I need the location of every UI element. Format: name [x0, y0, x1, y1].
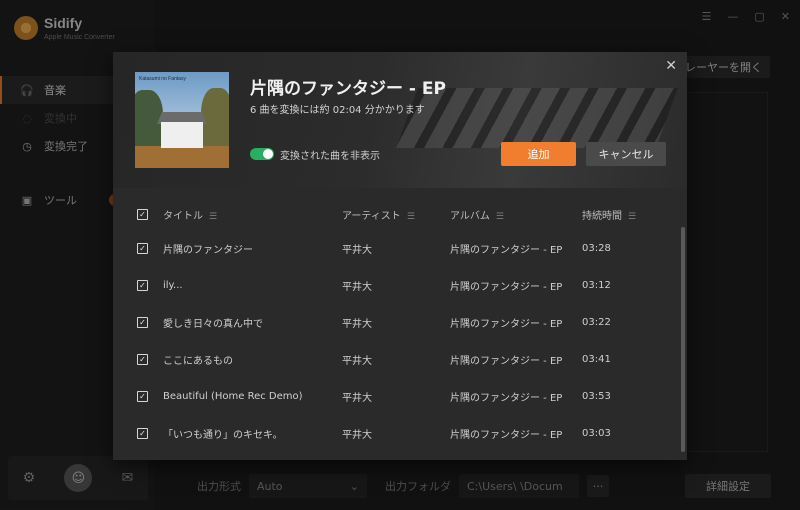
track-table: ✓ タイトル ☰ アーティスト ☰ アルバム ☰ 持続時間 ☰ ✓ 片隅のファンタジー … [113, 192, 687, 460]
hide-converted-label: 変換された曲を非表示 [280, 151, 380, 162]
album-cover-caption: Katasumi no Fantasy [139, 76, 186, 82]
track-title: 愛しき日々の真ん中で [163, 319, 263, 330]
column-album-label: アルバム [450, 211, 490, 222]
track-album: 片隅のファンタジー - EP [450, 393, 563, 404]
add-tracks-dialog: ✕ Katasumi no Fantasy 片隅のファンタジー - EP 6 曲… [113, 52, 687, 460]
app-window: Sidify Apple Music Converter 🎧 音楽 ◌ 変換中 … [0, 0, 800, 510]
track-album: 片隅のファンタジー - EP [450, 356, 563, 367]
track-checkbox[interactable]: ✓ [137, 354, 148, 365]
sort-icon: ☰ [406, 212, 415, 222]
track-title: Beautiful (Home Rec Demo) [163, 391, 303, 402]
track-artist: 平井大 [342, 356, 372, 367]
track-artist: 平井大 [342, 245, 372, 256]
table-row[interactable]: ✓ Beautiful (Home Rec Demo) 平井大 片隅のファンタジ… [113, 378, 673, 415]
track-duration: 03:28 [582, 243, 611, 254]
track-duration: 03:03 [582, 428, 611, 439]
sort-icon: ☰ [209, 212, 218, 222]
hide-converted-toggle[interactable] [250, 148, 274, 160]
select-all-checkbox[interactable]: ✓ [137, 209, 148, 220]
track-duration: 03:53 [582, 391, 611, 402]
album-title: 片隅のファンタジー - EP [250, 79, 446, 99]
track-artist: 平井大 [342, 319, 372, 330]
column-duration-label: 持続時間 [582, 211, 622, 222]
track-title: ここにあるもの [163, 356, 233, 367]
track-title: ily... [163, 280, 183, 291]
album-cover: Katasumi no Fantasy [135, 72, 229, 168]
table-row[interactable]: ✓ 片隅のファンタジー 平井大 片隅のファンタジー - EP 03:28 [113, 230, 673, 267]
track-duration: 03:12 [582, 280, 611, 291]
scrollbar-thumb[interactable] [681, 227, 685, 452]
column-artist-label: アーティスト [342, 211, 401, 222]
track-duration: 03:22 [582, 317, 611, 328]
table-row[interactable]: ✓ ily... 平井大 片隅のファンタジー - EP 03:12 [113, 267, 673, 304]
track-checkbox[interactable]: ✓ [137, 317, 148, 328]
track-album: 片隅のファンタジー - EP [450, 430, 563, 441]
track-checkbox[interactable]: ✓ [137, 280, 148, 291]
track-artist: 平井大 [342, 430, 372, 441]
column-album-header[interactable]: アルバム ☰ [450, 207, 504, 222]
column-artist-header[interactable]: アーティスト ☰ [342, 207, 415, 222]
column-title-header[interactable]: タイトル ☰ [163, 207, 217, 222]
column-duration-header[interactable]: 持続時間 ☰ [582, 207, 636, 222]
table-row[interactable]: ✓ 愛しき日々の真ん中で 平井大 片隅のファンタジー - EP 03:22 [113, 304, 673, 341]
conversion-estimate: 6 曲を変換には約 02:04 分かかります [250, 105, 425, 116]
track-album: 片隅のファンタジー - EP [450, 282, 563, 293]
table-row[interactable]: ✓ ここにあるもの 平井大 片隅のファンタジー - EP 03:41 [113, 341, 673, 378]
cancel-button[interactable]: キャンセル [586, 142, 666, 166]
track-title: 「いつも通り」のキセキ。 [163, 430, 283, 441]
sort-icon: ☰ [628, 212, 637, 222]
sort-icon: ☰ [495, 212, 504, 222]
track-title: 片隅のファンタジー [163, 245, 253, 256]
track-duration: 03:41 [582, 354, 611, 365]
track-album: 片隅のファンタジー - EP [450, 319, 563, 330]
track-artist: 平井大 [342, 282, 372, 293]
add-button[interactable]: 追加 [501, 142, 576, 166]
track-checkbox[interactable]: ✓ [137, 428, 148, 439]
track-artist: 平井大 [342, 393, 372, 404]
table-header: ✓ タイトル ☰ アーティスト ☰ アルバム ☰ 持続時間 ☰ [113, 196, 673, 233]
close-icon[interactable]: ✕ [665, 58, 677, 74]
track-checkbox[interactable]: ✓ [137, 243, 148, 254]
track-checkbox[interactable]: ✓ [137, 391, 148, 402]
track-album: 片隅のファンタジー - EP [450, 245, 563, 256]
track-list-scrollbar[interactable] [681, 227, 685, 452]
column-title-label: タイトル [163, 211, 203, 222]
table-row[interactable]: ✓ 「いつも通り」のキセキ。 平井大 片隅のファンタジー - EP 03:03 [113, 415, 673, 452]
